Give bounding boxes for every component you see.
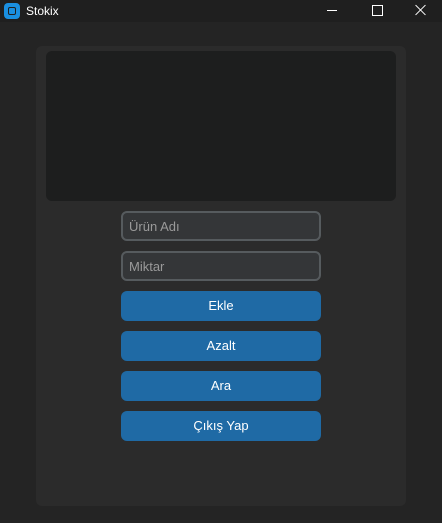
quantity-input[interactable] <box>121 251 321 281</box>
title-bar: Stokix <box>0 0 442 22</box>
maximize-icon <box>372 5 383 16</box>
stock-list-textbox[interactable] <box>46 51 396 201</box>
window-title: Stokix <box>26 4 59 18</box>
minimize-button[interactable] <box>312 0 352 22</box>
decrease-button[interactable]: Azalt <box>121 331 321 361</box>
minimize-icon <box>327 10 337 11</box>
logout-button[interactable]: Çıkış Yap <box>121 411 321 441</box>
product-name-input[interactable] <box>121 211 321 241</box>
close-icon <box>414 3 428 17</box>
add-button[interactable]: Ekle <box>121 291 321 321</box>
search-button[interactable]: Ara <box>121 371 321 401</box>
app-icon <box>4 3 20 19</box>
